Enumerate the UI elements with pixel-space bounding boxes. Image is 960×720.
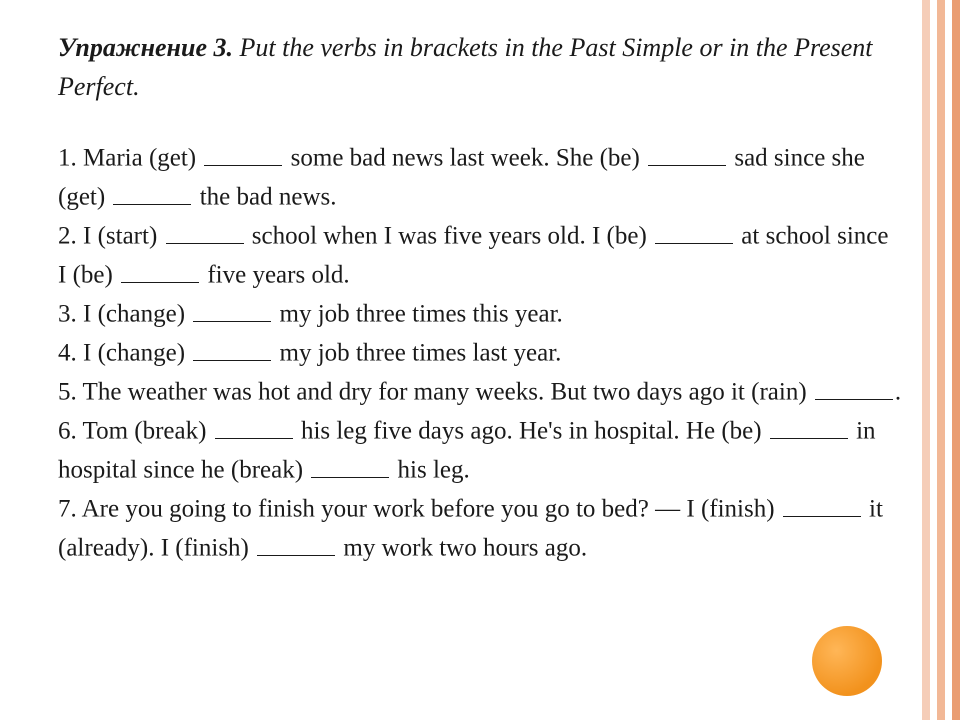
decorative-circle-icon xyxy=(812,626,882,696)
questions-block: 1. Maria (get) some bad news last week. … xyxy=(58,138,902,567)
q-text: school when I was five years old. I (be) xyxy=(246,223,654,250)
blank-input[interactable] xyxy=(113,177,191,205)
question-2: 2. I (start) school when I was five year… xyxy=(58,216,902,294)
blank-input[interactable] xyxy=(655,216,733,244)
q-text: . xyxy=(895,379,901,406)
blank-input[interactable] xyxy=(770,411,848,439)
q-num: 3. xyxy=(58,301,77,328)
decorative-stripes xyxy=(922,0,960,720)
blank-input[interactable] xyxy=(815,372,893,400)
q-text: some bad news last week. She (be) xyxy=(284,145,646,172)
q-text: I (change) xyxy=(77,301,192,328)
q-text: I (start) xyxy=(77,223,164,250)
q-num: 7. xyxy=(58,496,77,523)
blank-input[interactable] xyxy=(193,294,271,322)
stripe xyxy=(922,0,930,720)
blank-input[interactable] xyxy=(215,411,293,439)
blank-input[interactable] xyxy=(648,138,726,166)
q-text: my job three times last year. xyxy=(273,340,561,367)
blank-input[interactable] xyxy=(257,528,335,556)
q-num: 1. xyxy=(58,145,77,172)
q-text: my job three times this year. xyxy=(273,301,563,328)
question-6: 6. Tom (break) his leg five days ago. He… xyxy=(58,411,902,489)
q-num: 4. xyxy=(58,340,77,367)
q-text: I (change) xyxy=(77,340,192,367)
q-text: The weather was hot and dry for many wee… xyxy=(77,379,813,406)
stripe xyxy=(945,0,953,720)
blank-input[interactable] xyxy=(783,489,861,517)
q-text: Are you going to finish your work before… xyxy=(77,496,781,523)
blank-input[interactable] xyxy=(193,333,271,361)
q-num: 2. xyxy=(58,223,77,250)
blank-input[interactable] xyxy=(121,255,199,283)
exercise-content: Упражнение 3. Put the verbs in brackets … xyxy=(0,0,960,595)
question-5: 5. The weather was hot and dry for many … xyxy=(58,372,902,411)
q-text: Maria (get) xyxy=(77,145,203,172)
blank-input[interactable] xyxy=(204,138,282,166)
stripe xyxy=(937,0,945,720)
blank-input[interactable] xyxy=(311,450,389,478)
question-3: 3. I (change) my job three times this ye… xyxy=(58,294,902,333)
q-text: his leg. xyxy=(391,457,469,484)
stripe xyxy=(952,0,960,720)
q-num: 6. xyxy=(58,418,77,445)
question-7: 7. Are you going to finish your work bef… xyxy=(58,489,902,567)
q-text: Tom (break) xyxy=(77,418,213,445)
q-text: his leg five days ago. He's in hospital.… xyxy=(295,418,768,445)
q-text: my work two hours ago. xyxy=(337,535,587,562)
q-num: 5. xyxy=(58,379,77,406)
exercise-number: Упражнение 3. xyxy=(58,33,233,62)
question-1: 1. Maria (get) some bad news last week. … xyxy=(58,138,902,216)
q-text: the bad news. xyxy=(193,184,336,211)
q-text: five years old. xyxy=(201,262,350,289)
blank-input[interactable] xyxy=(166,216,244,244)
exercise-title: Упражнение 3. Put the verbs in brackets … xyxy=(58,28,902,106)
stripe xyxy=(930,0,938,720)
question-4: 4. I (change) my job three times last ye… xyxy=(58,333,902,372)
